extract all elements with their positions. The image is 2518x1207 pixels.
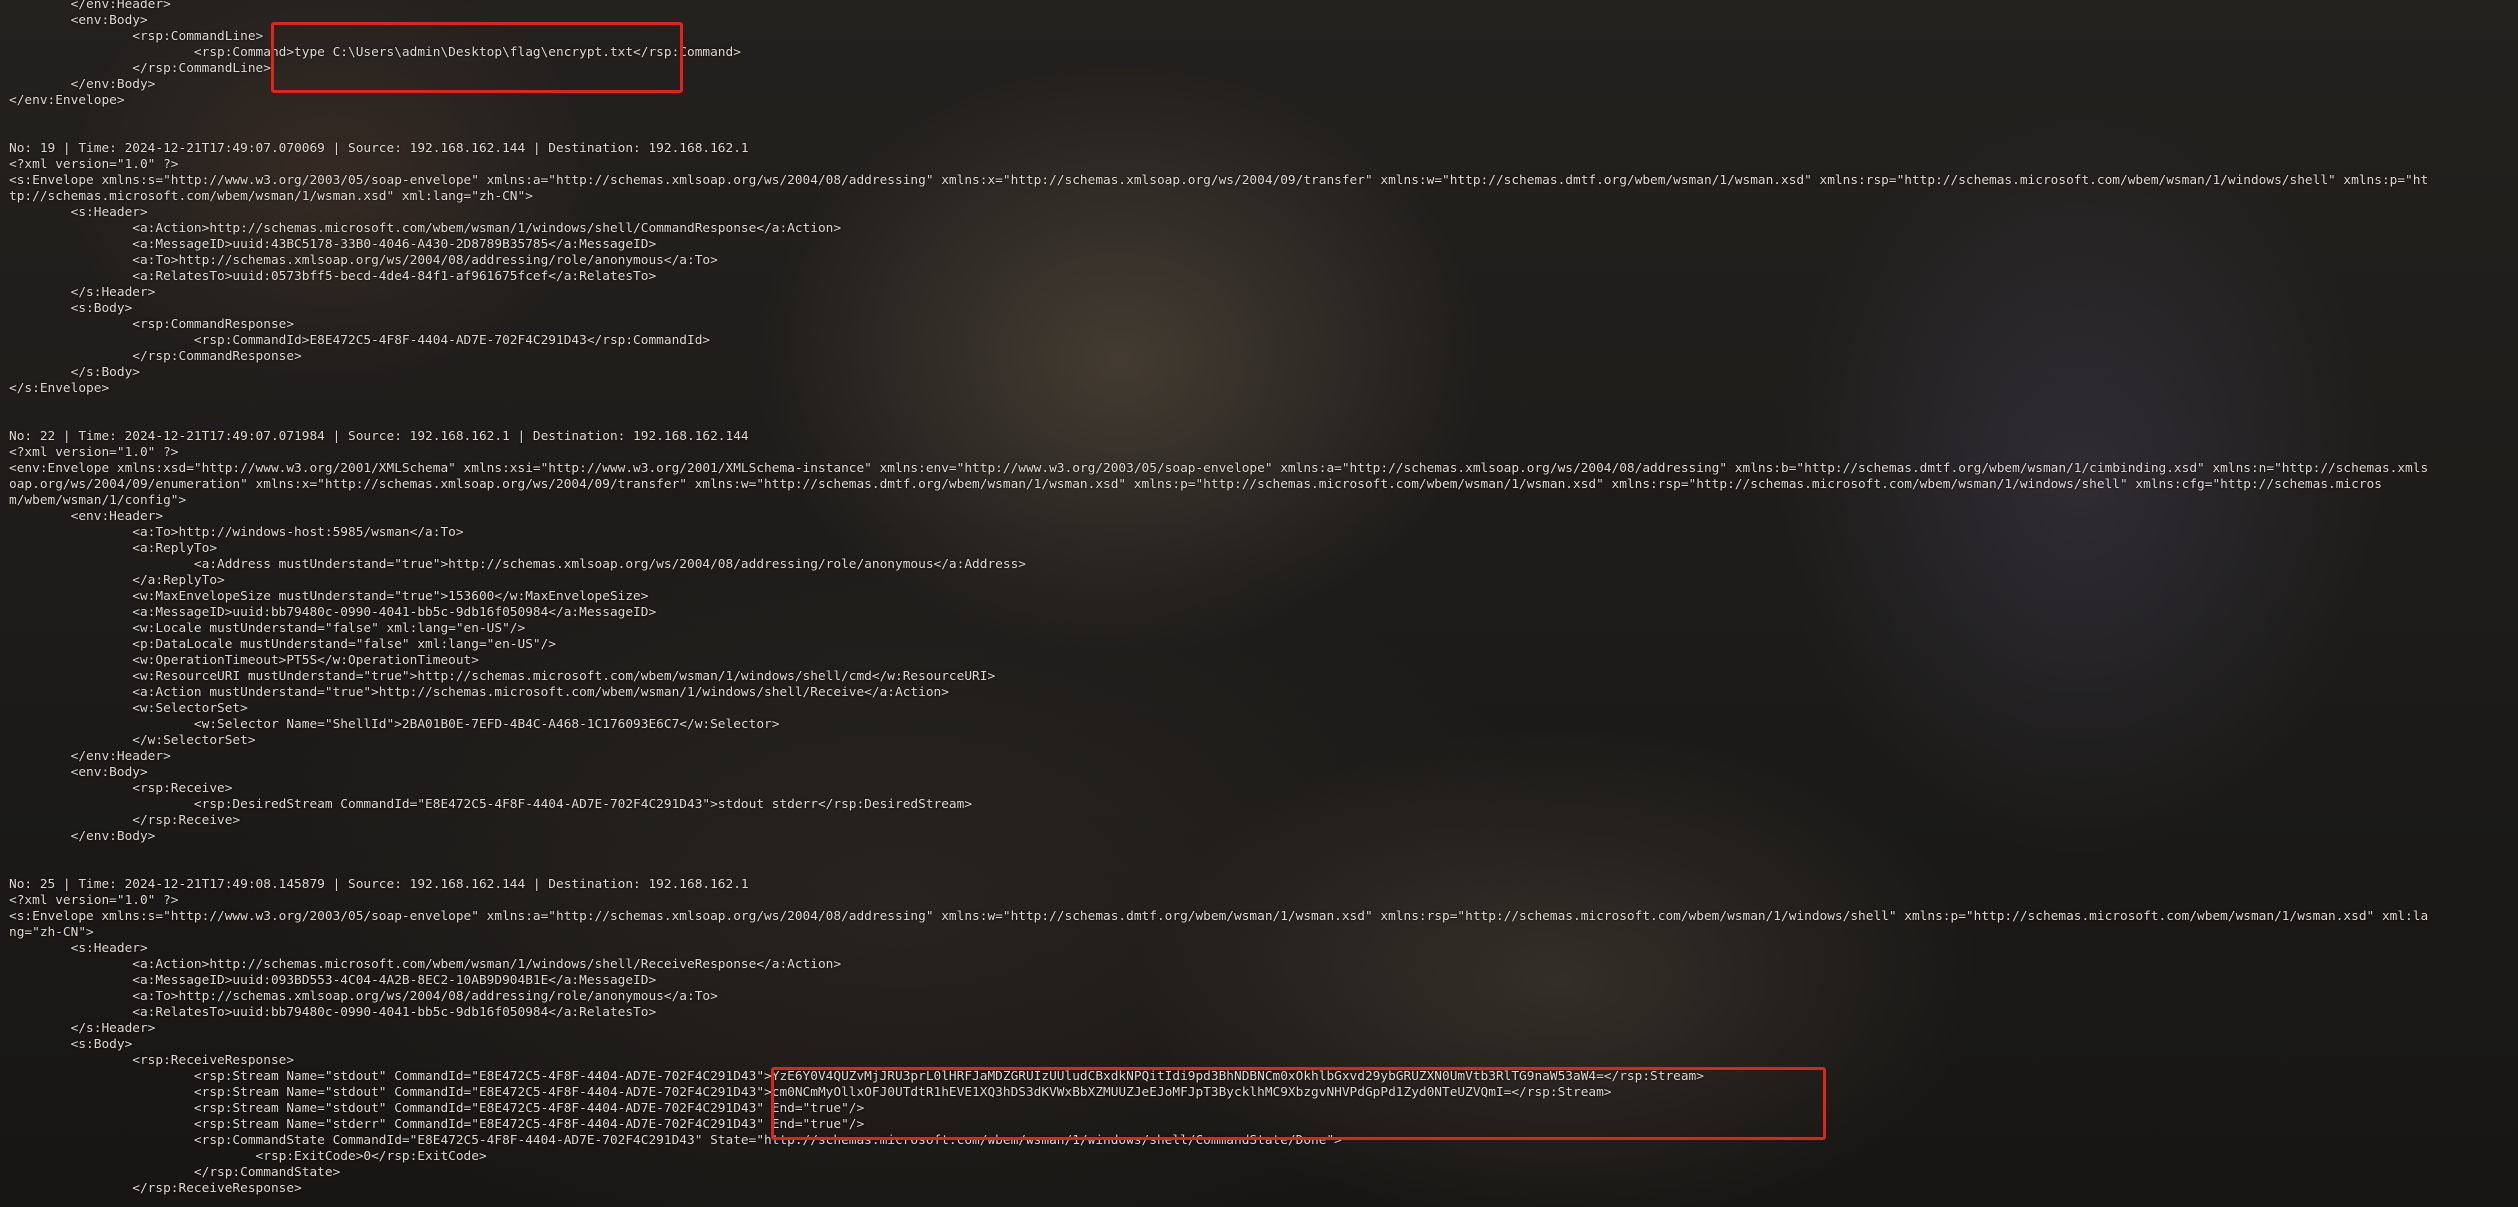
terminal-line: </s:Header>	[9, 1021, 156, 1036]
terminal-line: <a:MessageID>uuid:43BC5178-33B0-4046-A43…	[9, 237, 657, 252]
terminal-line: <a:MessageID>uuid:bb79480c-0990-4041-bb5…	[9, 605, 657, 620]
terminal-line: <a:To>http://windows-host:5985/wsman</a:…	[9, 525, 464, 540]
terminal-line: <w:SelectorSet>	[9, 701, 248, 716]
terminal-line: <s:Envelope xmlns:s="http://www.w3.org/2…	[9, 173, 2429, 188]
terminal-line: <w:MaxEnvelopeSize mustUnderstand="true"…	[9, 589, 649, 604]
terminal-line: <s:Header>	[9, 205, 148, 220]
terminal-line: <rsp:Receive>	[9, 781, 233, 796]
terminal-line: <rsp:DesiredStream CommandId="E8E472C5-4…	[9, 797, 973, 812]
terminal-line: <s:Body>	[9, 1037, 133, 1052]
terminal-line: <a:Action mustUnderstand="true">http://s…	[9, 685, 949, 700]
terminal-line: </env:Header>	[9, 0, 171, 12]
terminal-output: </env:Header> <env:Body> <rsp:CommandLin…	[0, 0, 2518, 1207]
terminal-line: <rsp:ExitCode>0</rsp:ExitCode>	[9, 1149, 487, 1164]
terminal-line: <a:MessageID>uuid:093BD553-4C04-4A2B-8EC…	[9, 973, 657, 988]
terminal-line: </rsp:CommandResponse>	[9, 349, 302, 364]
terminal-line: </s:Header>	[9, 285, 156, 300]
terminal-line: No: 22 | Time: 2024-12-21T17:49:07.07198…	[9, 429, 749, 444]
terminal-line: <a:RelatesTo>uuid:bb79480c-0990-4041-bb5…	[9, 1005, 657, 1020]
terminal-line: <rsp:Stream Name="stdout" CommandId="E8E…	[9, 1101, 865, 1116]
terminal-line: <a:RelatesTo>uuid:0573bff5-becd-4de4-84f…	[9, 269, 657, 284]
terminal-line: <w:Locale mustUnderstand="false" xml:lan…	[9, 621, 526, 636]
terminal-line: <rsp:CommandId>E8E472C5-4F8F-4404-AD7E-7…	[9, 333, 711, 348]
terminal-line: <a:Action>http://schemas.microsoft.com/w…	[9, 957, 842, 972]
terminal-line: <w:ResourceURI mustUnderstand="true">htt…	[9, 669, 996, 684]
terminal-line: oap.org/ws/2004/09/enumeration" xmlns:x=…	[9, 477, 2382, 492]
terminal-line: </env:Body>	[9, 829, 156, 844]
terminal-line: No: 19 | Time: 2024-12-21T17:49:07.07006…	[9, 141, 749, 156]
terminal-line: </env:Envelope>	[9, 93, 125, 108]
terminal-line: No: 25 | Time: 2024-12-21T17:49:08.14587…	[9, 877, 749, 892]
terminal-line: </rsp:ReceiveResponse>	[9, 1181, 302, 1196]
terminal-line: <s:Body>	[9, 301, 133, 316]
terminal-line: <a:Address mustUnderstand="true">http://…	[9, 557, 1026, 572]
terminal-line: <?xml version="1.0" ?>	[9, 157, 179, 172]
terminal-line: </w:SelectorSet>	[9, 733, 256, 748]
terminal-line: </rsp:CommandState>	[9, 1165, 341, 1180]
terminal-line: <rsp:Stream Name="stderr" CommandId="E8E…	[9, 1117, 865, 1132]
highlight-command-box	[271, 22, 683, 93]
terminal-line: <a:ReplyTo>	[9, 541, 218, 556]
terminal-line: </rsp:Receive>	[9, 813, 241, 828]
highlight-stream-box	[771, 1067, 1826, 1140]
terminal-line: ng="zh-CN">	[9, 925, 94, 940]
terminal-line: </env:Header>	[9, 749, 171, 764]
terminal-line: <rsp:CommandResponse>	[9, 317, 295, 332]
terminal-line: <w:Selector Name="ShellId">2BA01B0E-7EFD…	[9, 717, 780, 732]
terminal-line: m/wbem/wsman/1/config">	[9, 493, 187, 508]
terminal-line: </s:Envelope>	[9, 381, 110, 396]
terminal-line: <rsp:CommandLine>	[9, 29, 264, 44]
terminal-line: <s:Envelope xmlns:s="http://www.w3.org/2…	[9, 909, 2429, 924]
terminal-line: </a:ReplyTo>	[9, 573, 225, 588]
terminal-line: <?xml version="1.0" ?>	[9, 893, 179, 908]
terminal-line: <?xml version="1.0" ?>	[9, 445, 179, 460]
terminal-line: <rsp:ReceiveResponse>	[9, 1053, 295, 1068]
terminal-line: tp://schemas.microsoft.com/wbem/wsman/1/…	[9, 189, 533, 204]
terminal-line: <a:To>http://schemas.xmlsoap.org/ws/2004…	[9, 989, 718, 1004]
terminal-line: <env:Body>	[9, 765, 148, 780]
terminal-line: <a:Action>http://schemas.microsoft.com/w…	[9, 221, 842, 236]
terminal-line: </s:Body>	[9, 365, 140, 380]
terminal-line: </rsp:CommandLine>	[9, 61, 271, 76]
terminal-line: <w:OperationTimeout>PT5S</w:OperationTim…	[9, 653, 479, 668]
terminal-line: <s:Header>	[9, 941, 148, 956]
terminal-line: <env:Body>	[9, 13, 148, 28]
terminal-line: <p:DataLocale mustUnderstand="false" xml…	[9, 637, 557, 652]
terminal-line: </env:Body>	[9, 77, 156, 92]
terminal-line: <a:To>http://schemas.xmlsoap.org/ws/2004…	[9, 253, 718, 268]
terminal-line: <env:Header>	[9, 509, 164, 524]
terminal-line: <env:Envelope xmlns:xsd="http://www.w3.o…	[9, 461, 2429, 476]
